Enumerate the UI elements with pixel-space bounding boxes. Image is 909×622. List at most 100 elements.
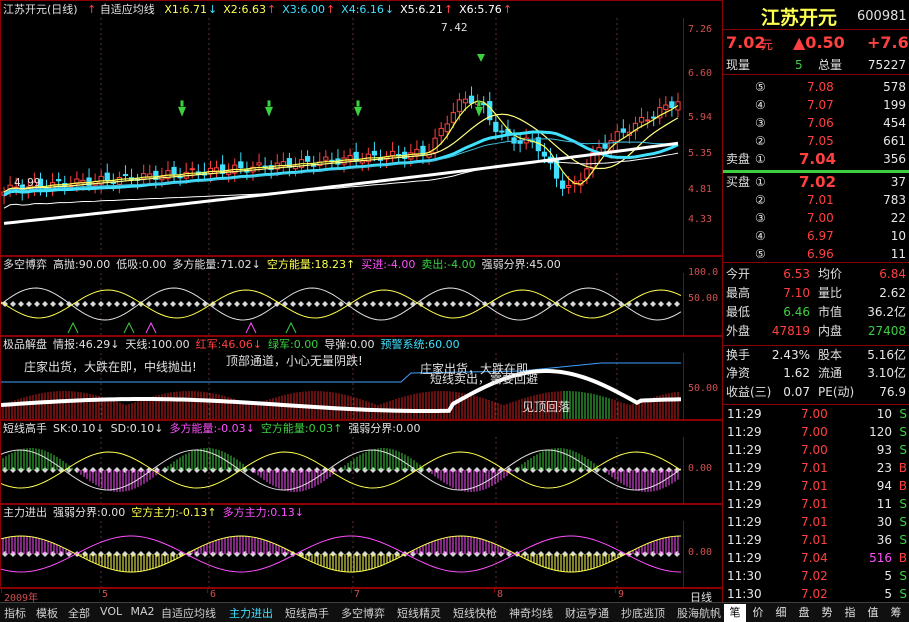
tick-t: 11:29 <box>727 479 762 493</box>
quote-view-tab[interactable]: 盘 <box>793 604 815 622</box>
stat-v1: 6.53 <box>783 267 810 281</box>
tick-s: S <box>899 407 907 421</box>
stat-l1: 收益(三) <box>726 385 772 399</box>
sell-level-row[interactable]: ④ 7.07 199 <box>723 96 909 115</box>
sell-level-row[interactable]: ② 7.05 661 <box>723 132 909 151</box>
indicator-tab[interactable]: VOL <box>100 605 122 618</box>
stat-row: 净资 1.62 流通 3.10亿 <box>723 364 909 383</box>
indicator-tab[interactable]: 短线高手 <box>285 605 329 621</box>
tick-s: S <box>899 569 907 583</box>
p3-indicator-name[interactable]: 短线高手 <box>3 422 47 435</box>
ma-5-arrow-icon: ↑ <box>443 3 454 16</box>
indicator-tab[interactable]: 模板 <box>36 605 58 621</box>
p3-item-3: 空方能量:0.03↑ <box>260 422 343 435</box>
stock-code: 600981 <box>857 9 907 24</box>
duokong-chart[interactable] <box>1 273 681 335</box>
quote-view-tab[interactable]: 细 <box>770 604 792 622</box>
indicator-tab[interactable]: 神奇均线 <box>509 605 553 621</box>
indicator-tab[interactable]: 短线精灵 <box>397 605 441 621</box>
quote-view-tab[interactable]: 笔 <box>724 604 746 622</box>
indicator-tab[interactable]: 财运亨通 <box>565 605 609 621</box>
indicator-tab[interactable]: 多空博弈 <box>341 605 385 621</box>
sell-level-row[interactable]: ⑤ 7.08 578 <box>723 78 909 97</box>
tick-t: 11:29 <box>727 515 762 529</box>
quote-view-tab[interactable]: 价 <box>747 604 769 622</box>
level-index: ③ <box>755 116 766 130</box>
buy-level-row[interactable]: ⑤ 6.96 11 <box>723 245 909 264</box>
y-tick-label: 4.33 <box>688 214 713 225</box>
tick-row: 11:29 7.01 30 S <box>723 513 909 531</box>
quote-view-tab[interactable]: 势 <box>816 604 838 622</box>
p3-y-axis: 0.00 <box>683 437 721 503</box>
date-tick-label: 7 <box>354 589 361 600</box>
indicator-tab[interactable]: 全部 <box>68 605 90 621</box>
y-tick-label: 4.81 <box>688 184 713 195</box>
p1-item-5: 卖出:-4.00 <box>421 258 476 271</box>
tick-p: 7.01 <box>801 497 828 511</box>
stat-l2: 内盘 <box>818 324 843 338</box>
tick-t: 11:30 <box>727 569 762 583</box>
buy-level-row[interactable]: ④ 6.97 10 <box>723 227 909 246</box>
date-tick-label: 6 <box>210 589 217 600</box>
price-change-pct: +7.67 <box>867 33 909 52</box>
buy-level-row[interactable]: ② 7.01 783 <box>723 191 909 210</box>
y-tick-label: 0.00 <box>688 547 713 558</box>
level-volume: 22 <box>890 211 906 225</box>
quote-view-tab[interactable]: 值 <box>862 604 884 622</box>
p4-indicator-name[interactable]: 主力进出 <box>3 506 47 519</box>
indicator-tab[interactable]: 抄底逃顶 <box>621 605 665 621</box>
ma-2-arrow-icon: ↑ <box>267 3 277 16</box>
buy-orders: 买盘 ① 7.02 37 ② 7.01 783 ③ 7.00 22 ④ 6.97 10 ⑤ 6.96 11 <box>723 173 909 263</box>
level-volume: 454 <box>883 116 906 130</box>
tick-p: 7.02 <box>801 587 828 601</box>
tick-v: 11 <box>876 497 892 511</box>
buy-level-row[interactable]: 买盘 ① 7.02 37 <box>723 173 909 192</box>
indicator-tab[interactable]: MA2 <box>131 605 155 618</box>
tick-row: 11:29 7.00 93 S <box>723 441 909 459</box>
level-price: 7.02 <box>799 173 837 191</box>
stat-row: 最高 7.10 量比 2.62 <box>723 284 909 303</box>
indicator-tab[interactable]: 指标 <box>4 605 26 621</box>
tick-row: 11:29 7.01 11 S <box>723 495 909 513</box>
candlestick-chart[interactable] <box>1 18 681 254</box>
sell-level-row[interactable]: 卖盘 ① 7.04 356 <box>723 150 909 169</box>
duanxian-chart[interactable] <box>1 437 681 503</box>
tick-list[interactable]: 11:29 7.00 10 S 11:29 7.00 120 S 11:29 7.00 93 S 11:… <box>723 404 909 602</box>
tick-row: 11:29 7.01 23 B <box>723 459 909 477</box>
quote-view-tab[interactable]: 指 <box>839 604 861 622</box>
stat-v2: 5.16亿 <box>867 348 906 362</box>
stat-row: 今开 6.53 均价 6.84 <box>723 265 909 284</box>
stat-v2: 3.10亿 <box>867 366 906 380</box>
buy-level-row[interactable]: ③ 7.00 22 <box>723 209 909 228</box>
indicator-tab[interactable]: 自适应均线 <box>161 605 216 621</box>
indicator-tab[interactable]: 股海航帆 <box>677 605 721 621</box>
stat-v2: 76.9 <box>879 385 906 399</box>
p1-item-1: 低吸:0.00 <box>116 258 167 271</box>
stat-l1: 最高 <box>726 286 751 300</box>
stock-name: 江苏开元 <box>761 7 838 29</box>
panel-duanxian-header: 短线高手 SK:0.10↓ SD:0.10↓ 多方能量:-0.03↓ 空方能量:0.03… <box>3 421 421 437</box>
indicator-tab[interactable]: 主力进出 <box>229 605 273 621</box>
date-tick-mark <box>1 589 2 593</box>
sell-orders: ⑤ 7.08 578 ④ 7.07 199 ③ 7.06 454 ② 7.05 661 卖盘 ① 7.04 3… <box>723 78 909 173</box>
p1-item-6: 强弱分界:45.00 <box>481 258 561 271</box>
now-vol-value: 5 <box>795 58 803 72</box>
quote-panel: 江苏开元 600981 7.02 元 ▲0.50 +7.67 现量 5 总量 7… <box>722 0 909 622</box>
level-price: 6.97 <box>807 229 834 243</box>
tick-p: 7.01 <box>801 515 828 529</box>
indicator-name[interactable]: 自适应均线 <box>100 3 155 16</box>
sell-level-row[interactable]: ③ 7.06 454 <box>723 114 909 133</box>
level-price: 7.00 <box>807 211 834 225</box>
ma-2-value: X2:6.63 <box>223 3 266 16</box>
quote-view-tab[interactable]: 筹 <box>885 604 907 622</box>
p1-y-axis: 100.0 50.00 <box>683 267 721 335</box>
level-index: ⑤ <box>755 247 766 261</box>
p2-indicator-name[interactable]: 极品解盘 <box>3 338 47 351</box>
indicator-tab[interactable]: 短线快枪 <box>453 605 497 621</box>
tick-p: 7.01 <box>801 533 828 547</box>
stat-v1: 47819 <box>771 324 810 338</box>
y-tick-label: 100.0 <box>688 267 719 278</box>
p1-indicator-name[interactable]: 多空博弈 <box>3 258 47 271</box>
zhuli-chart[interactable] <box>1 521 681 587</box>
stat-row: 外盘 47819 内盘 27408 <box>723 322 909 341</box>
